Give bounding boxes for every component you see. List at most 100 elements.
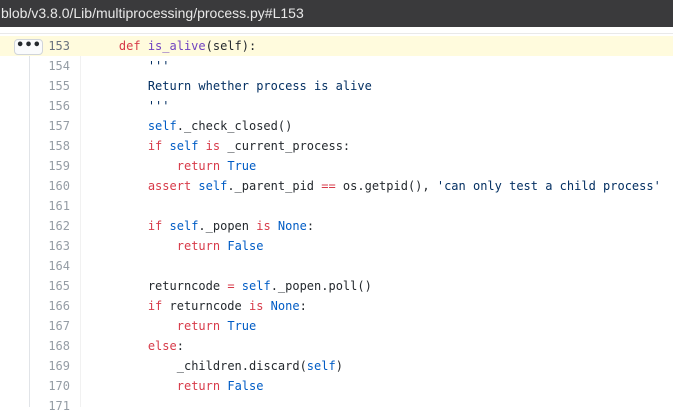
code-token: ''' bbox=[147, 99, 170, 113]
code-token: return bbox=[176, 379, 221, 393]
code-line: 157 self._check_closed() bbox=[0, 116, 673, 136]
code-line: 154 ''' bbox=[0, 56, 673, 76]
code-token: os.getpid(), bbox=[335, 179, 437, 193]
code-token: is_alive bbox=[147, 39, 206, 53]
url-text: blob/v3.8.0/Lib/multiprocessing/process.… bbox=[1, 5, 304, 21]
code-text: if self is _current_process: bbox=[90, 136, 350, 156]
line-number[interactable]: 159 bbox=[38, 156, 70, 176]
line-number[interactable]: 165 bbox=[38, 276, 70, 296]
code-token: returncode bbox=[162, 299, 249, 313]
line-number[interactable]: 162 bbox=[38, 216, 70, 236]
line-number[interactable]: 169 bbox=[38, 356, 70, 376]
code-token: else bbox=[147, 339, 177, 353]
code-token: False bbox=[227, 379, 264, 393]
code-line: 165 returncode = self._popen.poll() bbox=[0, 276, 673, 296]
code-text: self._check_closed() bbox=[90, 116, 293, 136]
code-line: 168 else: bbox=[0, 336, 673, 356]
code-token: return bbox=[176, 159, 221, 173]
code-token: ) bbox=[335, 359, 343, 373]
code-token: : bbox=[176, 339, 184, 353]
code-token: self bbox=[169, 219, 199, 233]
code-text: return True bbox=[90, 316, 257, 336]
code-token: if bbox=[147, 139, 163, 153]
line-number[interactable]: 158 bbox=[38, 136, 70, 156]
line-number[interactable]: 170 bbox=[38, 376, 70, 396]
line-actions-button[interactable]: ••• bbox=[14, 39, 43, 55]
code-line: 163 return False bbox=[0, 236, 673, 256]
code-line: 155 Return whether process is alive bbox=[0, 76, 673, 96]
line-number[interactable]: 155 bbox=[38, 76, 70, 96]
code-text: assert self._parent_pid == os.getpid(), … bbox=[90, 176, 661, 196]
code-token: assert bbox=[147, 179, 192, 193]
code-token: self bbox=[169, 139, 199, 153]
line-number[interactable]: 161 bbox=[38, 196, 70, 216]
code-token: True bbox=[227, 159, 257, 173]
code-token: ._check_closed() bbox=[176, 119, 293, 133]
code-text: ''' bbox=[90, 56, 170, 76]
code-token: is bbox=[256, 219, 271, 233]
code-token: ''' bbox=[147, 59, 170, 73]
line-number[interactable]: 163 bbox=[38, 236, 70, 256]
code-line: 153 def is_alive(self): bbox=[0, 36, 673, 56]
code-token: _children.discard( bbox=[176, 359, 307, 373]
code-line: 162 if self._popen is None: bbox=[0, 216, 673, 236]
line-number[interactable]: 156 bbox=[38, 96, 70, 116]
code-view: 153 def is_alive(self): 154 ''' 155 Return wh… bbox=[0, 36, 673, 416]
code-token: if bbox=[147, 299, 163, 313]
code-text: ''' bbox=[90, 96, 170, 116]
code-token: ._popen bbox=[198, 219, 257, 233]
code-text: return False bbox=[90, 236, 264, 256]
line-number[interactable]: 168 bbox=[38, 336, 70, 356]
line-number[interactable]: 171 bbox=[38, 396, 70, 416]
code-text: returncode = self._popen.poll() bbox=[90, 276, 372, 296]
code-token: self bbox=[198, 179, 228, 193]
code-line: 169 _children.discard(self) bbox=[0, 356, 673, 376]
line-number[interactable]: 160 bbox=[38, 176, 70, 196]
code-token: : bbox=[299, 299, 307, 313]
code-text: Return whether process is alive bbox=[90, 76, 372, 96]
code-header-edge bbox=[0, 27, 673, 34]
code-token: True bbox=[227, 319, 257, 333]
code-token: if bbox=[147, 219, 163, 233]
code-token: ._popen.poll() bbox=[270, 279, 372, 293]
code-text: _children.discard(self) bbox=[90, 356, 343, 376]
code-token: None bbox=[277, 219, 307, 233]
code-token: 'can only test a child process' bbox=[436, 179, 661, 193]
code-token: return bbox=[176, 239, 221, 253]
code-line: 166 if returncode is None: bbox=[0, 296, 673, 316]
code-line: 171 bbox=[0, 396, 673, 416]
line-number[interactable]: 157 bbox=[38, 116, 70, 136]
line-number[interactable]: 166 bbox=[38, 296, 70, 316]
code-token: None bbox=[270, 299, 300, 313]
code-line: 160 assert self._parent_pid == os.getpid(… bbox=[0, 176, 673, 196]
code-token: = bbox=[227, 279, 235, 293]
code-text: return True bbox=[90, 156, 257, 176]
address-bar[interactable]: blob/v3.8.0/Lib/multiprocessing/process.… bbox=[0, 0, 673, 27]
code-token: False bbox=[227, 239, 264, 253]
line-number[interactable]: 154 bbox=[38, 56, 70, 76]
code-token: _current_process: bbox=[220, 139, 351, 153]
code-text: if returncode is None: bbox=[90, 296, 307, 316]
code-token: is bbox=[205, 139, 221, 153]
line-number[interactable]: 167 bbox=[38, 316, 70, 336]
code-text: else: bbox=[90, 336, 184, 356]
code-token: self bbox=[306, 359, 336, 373]
code-token: ._parent_pid bbox=[227, 179, 322, 193]
code-token: def bbox=[118, 39, 141, 53]
code-line: 156 ''' bbox=[0, 96, 673, 116]
line-number[interactable]: 164 bbox=[38, 256, 70, 276]
code-line: 159 return True bbox=[0, 156, 673, 176]
code-token: (self): bbox=[205, 39, 257, 53]
code-line: 167 return True bbox=[0, 316, 673, 336]
code-token: == bbox=[321, 179, 336, 193]
code-line: 158 if self is _current_process: bbox=[0, 136, 673, 156]
code-token: Return whether process is alive bbox=[147, 79, 372, 93]
code-line: 170 return False bbox=[0, 376, 673, 396]
code-token: self bbox=[241, 279, 271, 293]
